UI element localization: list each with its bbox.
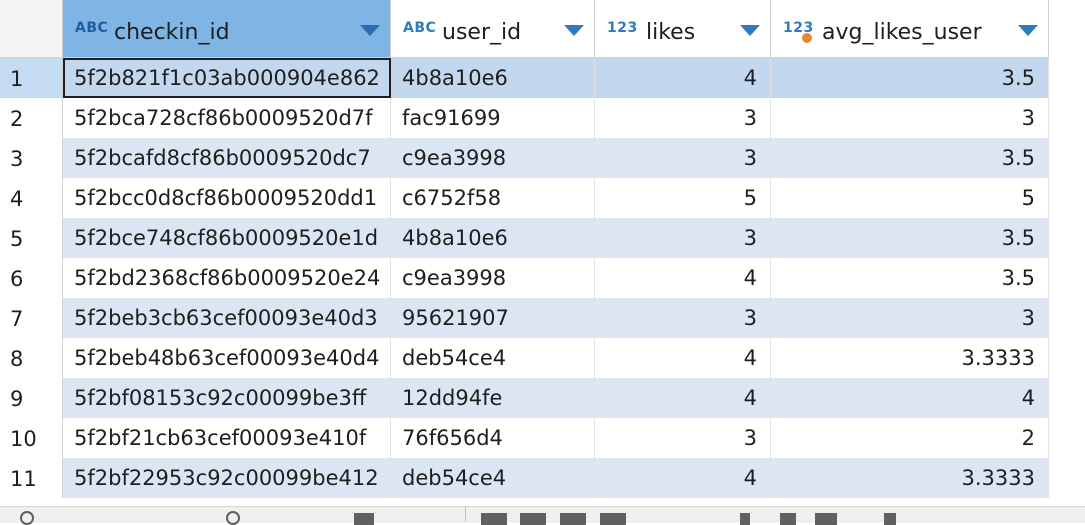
cell-user-id[interactable]: 4b8a10e6: [391, 58, 595, 98]
computed-column-icon: [802, 33, 812, 43]
text-type-icon: ABC: [403, 20, 437, 36]
column-header-likes[interactable]: 123 likes: [595, 0, 771, 58]
cell-checkin-id[interactable]: 5f2beb3cb63cef00093e40d3: [63, 298, 391, 338]
cell-avg-likes-user[interactable]: 3.3333: [771, 338, 1049, 378]
table-row[interactable]: 5 5f2bce748cf86b0009520e1d 4b8a10e6 3 3.5: [0, 218, 1085, 258]
cell-checkin-id[interactable]: 5f2bcc0d8cf86b0009520dd1: [63, 178, 391, 218]
table-row[interactable]: 3 5f2bcafd8cf86b0009520dc7 c9ea3998 3 3.5: [0, 138, 1085, 178]
table-row[interactable]: 1 5f2b821f1c03ab000904e862 4b8a10e6 4 3.5: [0, 58, 1085, 98]
column-name: checkin_id: [114, 20, 230, 45]
first-page-icon[interactable]: [481, 513, 507, 525]
cell-avg-likes-user[interactable]: 3.3333: [771, 458, 1049, 498]
table-row[interactable]: 7 5f2beb3cb63cef00093e40d3 95621907 3 3: [0, 298, 1085, 338]
cell-likes[interactable]: 4: [595, 258, 771, 298]
cell-user-id[interactable]: 95621907: [391, 298, 595, 338]
cell-avg-likes-user[interactable]: 3: [771, 98, 1049, 138]
table-row[interactable]: 9 5f2bf08153c92c00099be3ff 12dd94fe 4 4: [0, 378, 1085, 418]
next-page-icon[interactable]: [560, 513, 586, 525]
cell-checkin-id[interactable]: 5f2bcafd8cf86b0009520dc7: [63, 138, 391, 178]
table-row[interactable]: 11 5f2bf22953c92c00099be412 deb54ce4 4 3.333…: [0, 458, 1085, 498]
row-number[interactable]: 8: [0, 338, 63, 378]
cell-checkin-id[interactable]: 5f2beb48b63cef00093e40d4: [63, 338, 391, 378]
row-number[interactable]: 7: [0, 298, 63, 338]
cell-avg-likes-user[interactable]: 5: [771, 178, 1049, 218]
cell-avg-likes-user[interactable]: 2: [771, 418, 1049, 458]
toolbar-divider: [465, 507, 466, 522]
bottom-toolbar: [0, 506, 1085, 525]
cell-user-id[interactable]: 4b8a10e6: [391, 218, 595, 258]
row-number[interactable]: 9: [0, 378, 63, 418]
sort-dropdown-icon[interactable]: [1018, 25, 1038, 36]
row-number[interactable]: 2: [0, 98, 63, 138]
clock-icon[interactable]: [226, 511, 240, 525]
cell-checkin-id[interactable]: 5f2b821f1c03ab000904e862: [63, 58, 391, 98]
cell-avg-likes-user[interactable]: 3.5: [771, 218, 1049, 258]
cell-checkin-id[interactable]: 5f2bce748cf86b0009520e1d: [63, 218, 391, 258]
sort-dropdown-icon[interactable]: [360, 25, 380, 36]
previous-page-icon[interactable]: [520, 513, 546, 525]
bracket-icon[interactable]: [815, 513, 837, 525]
row-number[interactable]: 1: [0, 58, 63, 98]
row-number[interactable]: 3: [0, 138, 63, 178]
table-row[interactable]: 4 5f2bcc0d8cf86b0009520dd1 c6752f58 5 5: [0, 178, 1085, 218]
column-header-user-id[interactable]: ABC user_id: [391, 0, 595, 58]
sort-dropdown-icon[interactable]: [564, 25, 584, 36]
cell-user-id[interactable]: 76f656d4: [391, 418, 595, 458]
cell-avg-likes-user[interactable]: 3: [771, 298, 1049, 338]
table-row[interactable]: 6 5f2bd2368cf86b0009520e24 c9ea3998 4 3.5: [0, 258, 1085, 298]
cell-avg-likes-user[interactable]: 4: [771, 378, 1049, 418]
cell-likes[interactable]: 4: [595, 378, 771, 418]
cell-avg-likes-user[interactable]: 3.5: [771, 138, 1049, 178]
cell-likes[interactable]: 3: [595, 138, 771, 178]
column-header-avg-likes-user[interactable]: 123 avg_likes_user: [771, 0, 1049, 58]
row-number[interactable]: 6: [0, 258, 63, 298]
row-number[interactable]: 10: [0, 418, 63, 458]
cell-avg-likes-user[interactable]: 3.5: [771, 58, 1049, 98]
cell-user-id[interactable]: deb54ce4: [391, 338, 595, 378]
export-icon[interactable]: [884, 513, 896, 525]
cell-user-id[interactable]: deb54ce4: [391, 458, 595, 498]
play-icon[interactable]: [740, 513, 750, 525]
cell-checkin-id[interactable]: 5f2bf08153c92c00099be3ff: [63, 378, 391, 418]
cell-likes[interactable]: 3: [595, 98, 771, 138]
last-page-icon[interactable]: [600, 513, 626, 525]
cell-likes[interactable]: 4: [595, 458, 771, 498]
cell-likes[interactable]: 4: [595, 338, 771, 378]
cell-user-id[interactable]: c9ea3998: [391, 138, 595, 178]
cell-likes[interactable]: 3: [595, 418, 771, 458]
sort-dropdown-icon[interactable]: [740, 25, 760, 36]
row-number[interactable]: 4: [0, 178, 63, 218]
column-name: avg_likes_user: [822, 20, 982, 45]
cell-user-id[interactable]: fac91699: [391, 98, 595, 138]
table-row[interactable]: 8 5f2beb48b63cef00093e40d4 deb54ce4 4 3.3333: [0, 338, 1085, 378]
table-row[interactable]: 2 5f2bca728cf86b0009520d7f fac91699 3 3: [0, 98, 1085, 138]
refresh-icon[interactable]: [20, 511, 34, 525]
cell-likes[interactable]: 5: [595, 178, 771, 218]
panel-icon[interactable]: [354, 513, 374, 525]
column-name: likes: [646, 20, 696, 45]
number-type-icon: 123: [607, 20, 638, 36]
step-icon[interactable]: [780, 513, 796, 525]
table-row[interactable]: 10 5f2bf21cb63cef00093e410f 76f656d4 3 2: [0, 418, 1085, 458]
cell-checkin-id[interactable]: 5f2bd2368cf86b0009520e24: [63, 258, 391, 298]
cell-user-id[interactable]: 12dd94fe: [391, 378, 595, 418]
cell-avg-likes-user[interactable]: 3.5: [771, 258, 1049, 298]
column-header-checkin-id[interactable]: ABC checkin_id: [63, 0, 391, 58]
grid-corner[interactable]: [0, 0, 63, 58]
cell-likes[interactable]: 4: [595, 58, 771, 98]
column-name: user_id: [442, 20, 522, 45]
cell-checkin-id[interactable]: 5f2bca728cf86b0009520d7f: [63, 98, 391, 138]
row-number[interactable]: 5: [0, 218, 63, 258]
text-type-icon: ABC: [75, 20, 109, 36]
cell-likes[interactable]: 3: [595, 298, 771, 338]
cell-user-id[interactable]: c6752f58: [391, 178, 595, 218]
cell-checkin-id[interactable]: 5f2bf21cb63cef00093e410f: [63, 418, 391, 458]
cell-user-id[interactable]: c9ea3998: [391, 258, 595, 298]
row-number[interactable]: 11: [0, 458, 63, 498]
cell-checkin-id[interactable]: 5f2bf22953c92c00099be412: [63, 458, 391, 498]
cell-likes[interactable]: 3: [595, 218, 771, 258]
